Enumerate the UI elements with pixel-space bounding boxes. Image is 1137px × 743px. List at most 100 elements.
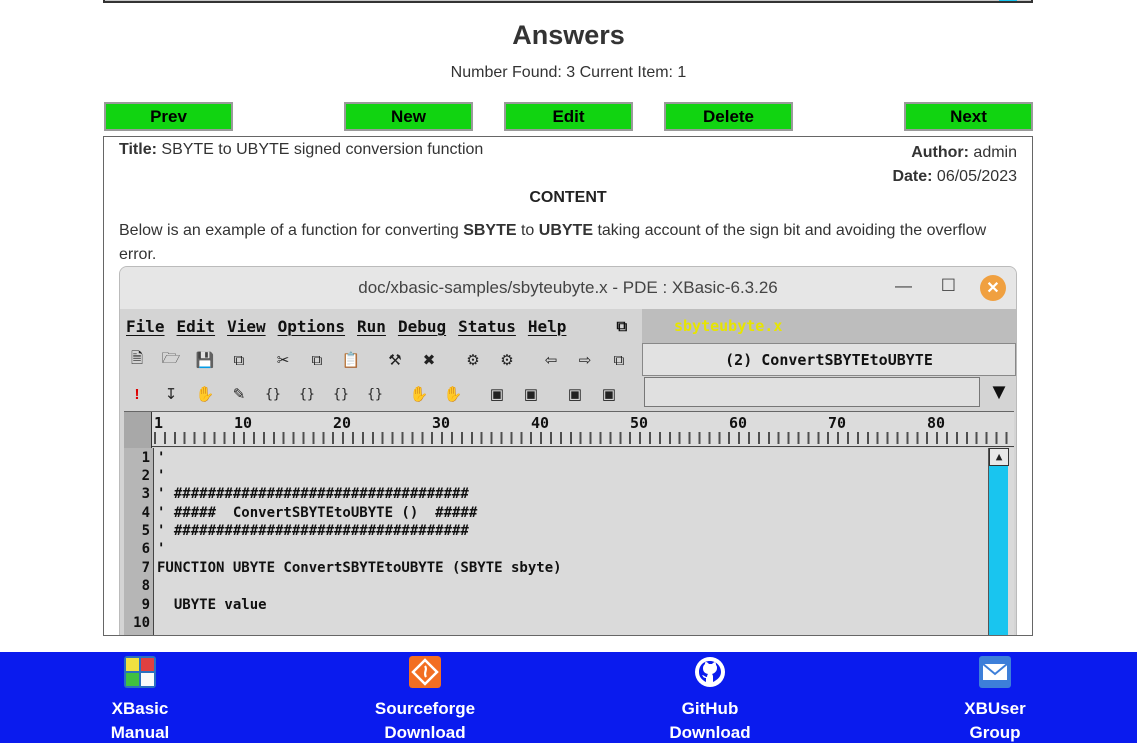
line-number: 6 [141, 541, 150, 557]
frames-icon: ▣ [523, 386, 539, 403]
editor-scrollbar: ▲ [988, 448, 1009, 635]
answer-card: Title: SBYTE to UBYTE signed conversion … [103, 136, 1033, 636]
pde-menubar: File Edit View Options Run Debug Status … [120, 309, 640, 343]
mail-group-icon [979, 656, 1011, 688]
code-line: ' [157, 450, 166, 466]
menu-status: Status [458, 316, 516, 336]
footer-manual-link[interactable]: XBasic Manual [60, 656, 220, 743]
answer-title: Title: SBYTE to UBYTE signed conversion … [119, 141, 483, 159]
page: { "page": { "heading": "Answers", "statu… [0, 0, 1137, 743]
window-icon: ⧉ [613, 351, 625, 369]
variables-icon: ▣ [489, 386, 505, 403]
prev-button[interactable]: Prev [104, 102, 233, 131]
compile-icon: ⚙ [466, 352, 480, 369]
alert-icon: ! [134, 385, 140, 403]
forward-arrow-icon: ⇨ [578, 352, 592, 369]
ruler-label: 1 [154, 414, 164, 432]
content-heading: CONTENT [529, 189, 607, 206]
new-file-icon: 🗎 [130, 349, 144, 367]
new-button[interactable]: New [344, 102, 473, 131]
kill-hand-icon: ✋ [443, 386, 463, 403]
edit-button[interactable]: Edit [504, 102, 633, 131]
memory-icon: ▣ [567, 386, 583, 403]
toolbar-row-2: ! ↧ ✋ ✎ {} {} {} {} ✋ ✋ ▣ ▣ ▣ ▣ [124, 379, 622, 409]
brace-in-icon: {} [299, 386, 315, 402]
pde-file-name: sbyteubyte.x [642, 309, 1016, 343]
github-icon [695, 657, 725, 687]
edit-list-icon: ✎ [232, 386, 246, 403]
github-line-2: Download [669, 723, 751, 742]
sourceforge-line-2: Download [384, 723, 466, 742]
body-bold-sbyte: SBYTE [463, 222, 517, 239]
ruler-label: 70 [828, 414, 847, 432]
code-line: ' ################################### [157, 486, 469, 502]
brace-out-icon: {} [333, 386, 349, 402]
ruler-label: 60 [729, 414, 748, 432]
menu-edit: Edit [176, 316, 216, 336]
line-number: 8 [141, 578, 150, 594]
ruler-label: 30 [432, 414, 451, 432]
body-text-2: to [516, 222, 539, 239]
save-all-icon: ⧉ [233, 351, 245, 369]
menu-run: Run [357, 316, 386, 336]
code-line: FUNCTION UBYTE ConvertSBYTEtoUBYTE (SBYT… [157, 560, 562, 576]
author-label: Author: [911, 144, 969, 161]
delete-button[interactable]: Delete [664, 102, 793, 131]
menu-help: Help [527, 316, 567, 336]
line-number: 1 [141, 450, 150, 466]
pde-input-box [644, 377, 980, 407]
ruler-label: 20 [333, 414, 352, 432]
menu-options: Options [277, 316, 346, 336]
save-icon: 💾 [195, 352, 215, 369]
code-line: ' [157, 468, 166, 484]
author-value: admin [973, 144, 1017, 161]
pde-code-editor: 1 2 3 4 5 6 7 8 9 10 ' ' ' #############… [124, 448, 1014, 635]
date-label: Date: [892, 168, 933, 185]
menu-view: View [227, 316, 266, 336]
code-line: ' ##### ConvertSBYTEtoUBYTE () ##### [157, 505, 478, 521]
window-titlebar: doc/xbasic-samples/sbyteubyte.x - PDE : … [120, 267, 1016, 309]
paste-icon: 📋 [341, 352, 361, 369]
scroll-up-icon: ▲ [989, 448, 1009, 466]
date-value: 06/05/2023 [936, 168, 1017, 185]
next-button[interactable]: Next [904, 102, 1033, 131]
menu-debug: Debug [397, 316, 447, 336]
step-icon: ↧ [164, 386, 178, 403]
footer-github-link[interactable]: GitHub Download [630, 656, 790, 743]
body-text-1: Below is an example of a function for co… [119, 222, 464, 239]
pde-screenshot: doc/xbasic-samples/sbyteubyte.x - PDE : … [119, 266, 1017, 635]
detach-icon: ⧉ [616, 317, 628, 335]
ruler-label: 50 [630, 414, 649, 432]
link-icon: ⚙ [500, 352, 514, 369]
brace-icon: {} [265, 386, 281, 402]
line-number: 9 [141, 597, 150, 613]
xbasic-manual-icon [124, 656, 156, 688]
dropdown-arrow-icon: ▼ [988, 379, 1010, 404]
page-title: Answers [512, 20, 625, 50]
close-icon: ✕ [980, 275, 1006, 301]
answer-meta: Author: admin Date: 06/05/2023 [892, 141, 1017, 189]
open-folder-icon: 🗁 [161, 349, 181, 367]
find-icon: ⚒ [388, 352, 402, 369]
brace-step-icon: {} [367, 386, 383, 402]
pde-function-box: (2) ConvertSBYTEtoUBYTE [642, 343, 1016, 376]
cut-icon: ✂ [276, 352, 290, 369]
copy-icon: ⧉ [311, 351, 323, 369]
footer-group-link[interactable]: XBUser Group [915, 656, 1075, 743]
toolbar-row-1: 🗎 🗁 💾 ⧉ ✂ ⧉ 📋 ⚒ ✖ ⚙ ⚙ ⇦ ⇨ ⧉ [124, 345, 632, 375]
line-number: 10 [133, 615, 150, 631]
body-bold-ubyte: UBYTE [538, 222, 593, 239]
manual-line-1: XBasic [111, 699, 169, 718]
footer-sourceforge-link[interactable]: Sourceforge Download [345, 656, 505, 743]
scrollbar-fragment [999, 0, 1017, 1]
pde-ruler: 1 10 20 30 40 50 60 70 80 [124, 411, 1014, 448]
record-status: Number Found: 3 Current Item: 1 [450, 64, 687, 81]
group-line-1: XBUser [964, 699, 1026, 718]
github-line-1: GitHub [681, 699, 739, 718]
previous-section-frame [103, 0, 1033, 3]
line-number: 4 [141, 505, 150, 521]
ruler-label: 10 [234, 414, 253, 432]
sourceforge-icon [409, 656, 441, 688]
line-number: 2 [141, 468, 150, 484]
window-title: doc/xbasic-samples/sbyteubyte.x - PDE : … [358, 278, 778, 297]
